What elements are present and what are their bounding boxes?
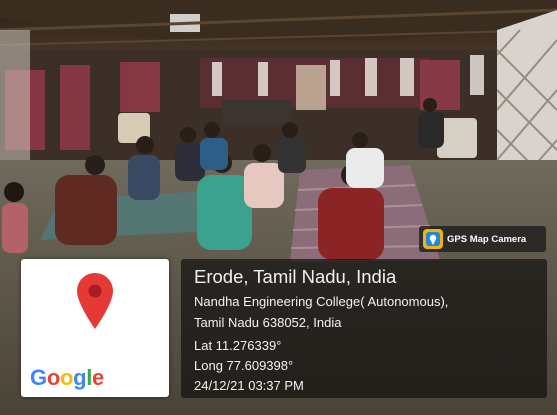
google-logo: Google (30, 365, 104, 390)
datetime-text: 24/12/21 03:37 PM (194, 378, 304, 393)
longitude-text: Long 77.609398° (194, 358, 294, 373)
city-title: Erode, Tamil Nadu, India (194, 266, 397, 287)
gps-map-camera-badge: GPS Map Camera (419, 226, 546, 252)
photo-frame: GPS Map Camera Google Erode, Tamil Nadu,… (0, 0, 557, 415)
location-info-panel: Erode, Tamil Nadu, India Nandha Engineer… (181, 259, 547, 398)
latitude-text: Lat 11.276339° (194, 338, 282, 353)
gps-map-camera-icon (423, 229, 443, 249)
address-line-1: Nandha Engineering College( Autonomous), (194, 294, 449, 309)
address-line-2: Tamil Nadu 638052, India (194, 315, 342, 330)
map-pin-icon (77, 273, 113, 329)
map-thumbnail: Google (21, 259, 169, 397)
gps-map-camera-label: GPS Map Camera (447, 233, 527, 245)
